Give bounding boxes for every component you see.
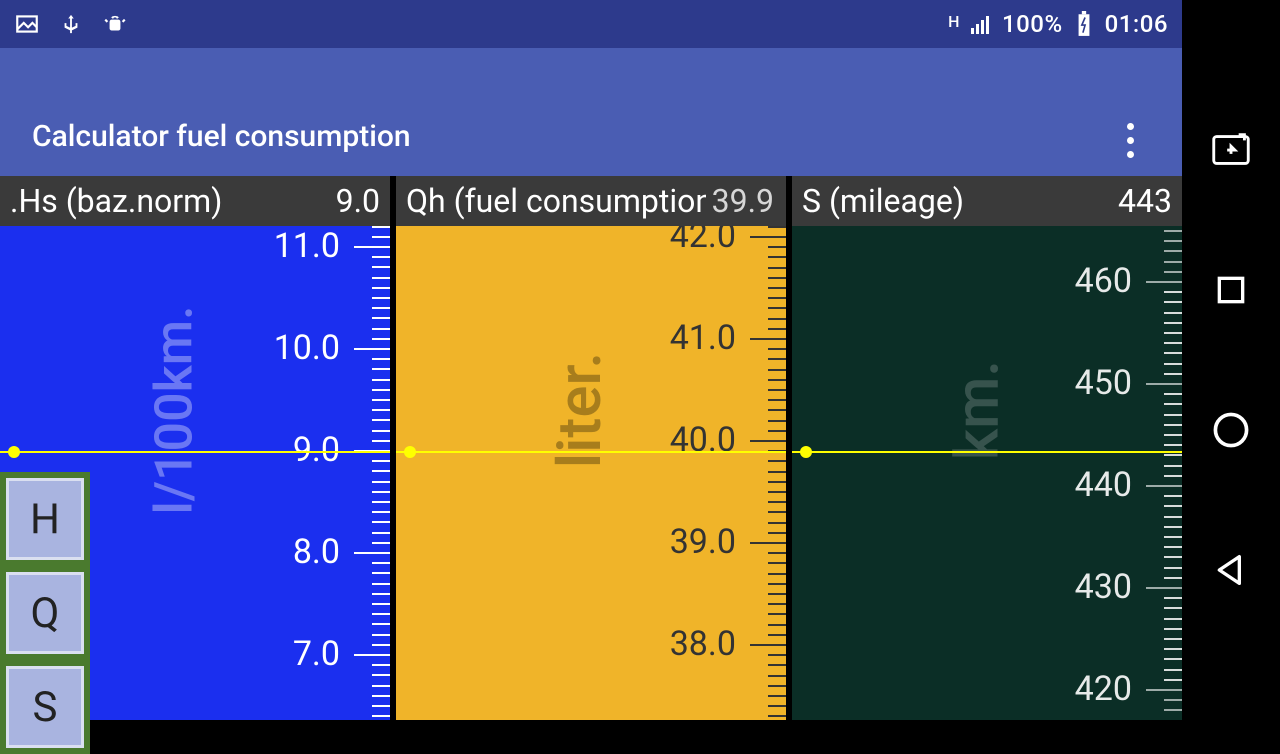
panel-hs-value: 9.0	[336, 182, 380, 220]
side-button-q[interactable]: Q	[6, 572, 84, 654]
tick-label: 41.0	[670, 318, 736, 358]
tick-label: 7.0	[293, 634, 340, 674]
signal-prefix: H	[948, 12, 960, 31]
ruler-panels: .Hs (baz.norm) 9.0 l/100km. 11.0 10.0 9.…	[0, 176, 1182, 720]
battery-charging-icon	[1071, 11, 1097, 37]
tick-label: 39.0	[670, 522, 736, 562]
usb-icon	[58, 11, 84, 37]
tick-label: 40.0	[670, 420, 736, 460]
panel-hs-ticks	[346, 226, 390, 720]
panel-qh-value: 39.9	[712, 182, 774, 220]
tick-label: 450	[1075, 363, 1132, 403]
tick-label: 440	[1075, 465, 1132, 505]
system-nav-bar	[1182, 0, 1280, 720]
recent-apps-button[interactable]	[1207, 266, 1255, 314]
side-button-h[interactable]: H	[6, 478, 84, 560]
panel-s-value: 443	[1118, 182, 1172, 220]
app-bar: Calculator fuel consumption	[0, 48, 1182, 176]
panel-hs-unit: l/100km.	[144, 305, 205, 514]
panel-s-ticks	[1138, 226, 1182, 720]
panel-s[interactable]: S (mileage) 443 km. 460 450 440 430 420	[792, 176, 1182, 720]
side-button-s[interactable]: S	[6, 666, 84, 748]
tick-label: 10.0	[274, 328, 340, 368]
panel-qh[interactable]: Qh (fuel consumption) 39.9 liter. 42.0 4…	[396, 176, 786, 720]
panel-s-label: S (mileage)	[802, 182, 964, 220]
status-bar: H 100% 01:06	[0, 0, 1182, 48]
panel-hs-label: .Hs (baz.norm)	[10, 182, 222, 220]
tick-label: 430	[1075, 567, 1132, 607]
panel-s-indicator	[792, 451, 1182, 453]
panel-s-unit: km.	[941, 360, 1012, 460]
tick-label: 460	[1075, 261, 1132, 301]
battery-percent: 100%	[1002, 10, 1063, 38]
app-title: Calculator fuel consumption	[32, 119, 411, 154]
tick-label: 38.0	[670, 624, 736, 664]
android-debug-icon	[102, 11, 128, 37]
tick-label: 8.0	[293, 532, 340, 572]
signal-icon	[968, 11, 994, 37]
side-letter-buttons: H Q S	[0, 472, 90, 754]
tick-label: 420	[1075, 669, 1132, 709]
panel-qh-ticks	[742, 226, 786, 720]
clock: 01:06	[1105, 10, 1168, 38]
picture-icon	[14, 11, 40, 37]
overflow-menu-button[interactable]	[1110, 120, 1150, 160]
tick-label: 9.0	[293, 430, 340, 470]
tick-label: 11.0	[274, 226, 340, 266]
screenshot-icon[interactable]	[1207, 126, 1255, 174]
panel-qh-indicator	[396, 451, 786, 453]
panel-qh-label: Qh (fuel consumption)	[406, 182, 706, 220]
back-button[interactable]	[1207, 546, 1255, 594]
home-button[interactable]	[1207, 406, 1255, 454]
panel-hs-indicator	[0, 451, 390, 453]
